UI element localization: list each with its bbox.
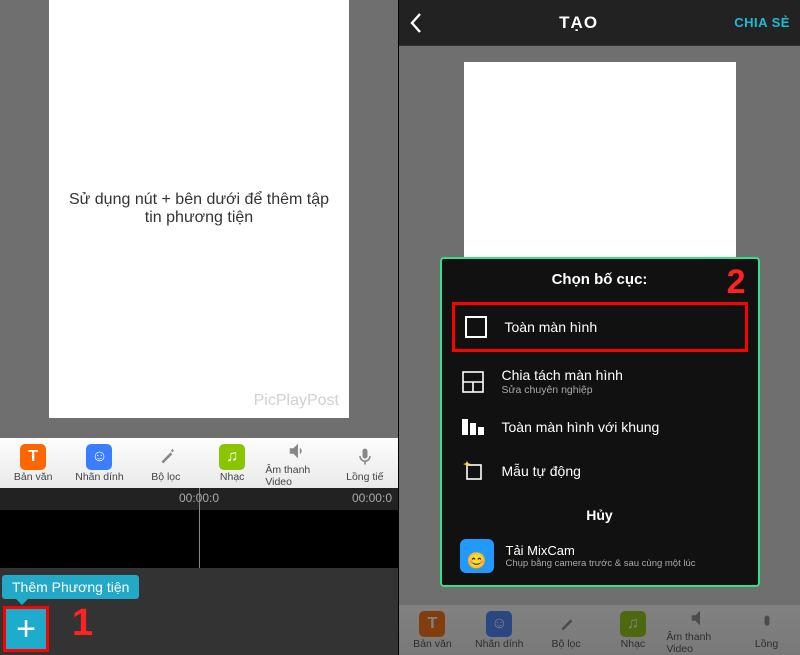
framed-layout-icon	[460, 414, 486, 440]
toolbar-item-label: Nhãn dính	[475, 638, 523, 650]
toolbar-item-label: Âm thanh Video	[666, 631, 733, 655]
toolbar-item-label: Bộ lọc	[151, 471, 180, 483]
split-screen-icon	[460, 369, 486, 395]
toolbar-video-sound-button[interactable]: Âm thanh Video	[265, 438, 331, 488]
layout-option-fullscreen[interactable]: Toàn màn hình	[452, 302, 748, 352]
text-icon: T	[419, 611, 445, 637]
text-icon: T	[20, 444, 46, 470]
toolbar-item-label: Bản văn	[14, 471, 53, 483]
timeline-time-end: 00:00:0	[352, 491, 392, 505]
toolbar-sticker-button: ☺ Nhãn dính	[466, 605, 533, 655]
dialog-overlay: Chọn bố cục: 2 Toàn màn hình Chia tách m…	[399, 46, 800, 605]
mixcam-subtitle: Chụp bằng camera trước & sau cùng một lú…	[506, 558, 696, 569]
sticker-icon: ☺	[486, 611, 512, 637]
toolbar-music-button[interactable]: ♫ Nhạc	[199, 438, 265, 488]
toolbar-music-button: ♫ Nhạc	[599, 605, 666, 655]
layout-option-split[interactable]: Chia tách màn hình Sửa chuyên nghiệp	[442, 358, 758, 405]
layout-option-label: Toàn màn hình	[505, 319, 598, 335]
watermark-text: PicPlayPost	[254, 392, 339, 410]
page-title: TẠO	[559, 13, 598, 33]
microphone-icon	[352, 444, 378, 470]
back-button[interactable]	[409, 12, 423, 34]
toolbar-voiceover-button[interactable]: Lồng tiế	[332, 438, 398, 488]
toolbar-item-label: Nhãn dính	[75, 471, 123, 483]
annotation-step-1: 1	[72, 602, 93, 645]
music-note-icon: ♫	[219, 444, 245, 470]
mixcam-promo[interactable]: 😊 Tải MixCam Chụp bằng camera trước & sa…	[442, 533, 758, 579]
layout-option-framed[interactable]: Toàn màn hình với khung	[442, 405, 758, 449]
toolbar-text-button[interactable]: T Bản văn	[0, 438, 66, 488]
left-screen: Sử dụng nút + bên dưới để thêm tập tin p…	[0, 0, 399, 655]
auto-template-icon	[460, 458, 486, 484]
editor-toolbar-disabled: T Bản văn ☺ Nhãn dính Bộ lọc ♫ Nhạc Âm t…	[399, 605, 800, 655]
microphone-icon	[754, 611, 780, 637]
timeline-time-start: 00:00:0	[179, 491, 219, 505]
toolbar-voiceover-button: Lồng	[733, 605, 800, 655]
create-header: TẠO CHIA SẺ	[399, 0, 800, 46]
toolbar-item-label: Nhạc	[220, 471, 245, 483]
magic-wand-icon	[153, 444, 179, 470]
add-media-tooltip: Thêm Phương tiện	[2, 575, 139, 599]
toolbar-item-label: Lồng	[755, 638, 778, 650]
speaker-icon	[687, 605, 713, 630]
toolbar-item-label: Âm thanh Video	[265, 464, 331, 488]
preview-hint-text: Sử dụng nút + bên dưới để thêm tập tin p…	[64, 191, 334, 227]
fullscreen-icon	[463, 314, 489, 340]
toolbar-text-button: T Bản văn	[399, 605, 466, 655]
toolbar-video-sound-button: Âm thanh Video	[666, 605, 733, 655]
mixcam-app-icon: 😊	[460, 539, 494, 573]
magic-wand-icon	[553, 611, 579, 637]
layout-option-label: Chia tách màn hình	[502, 367, 623, 383]
toolbar-filter-button[interactable]: Bộ lọc	[133, 438, 199, 488]
add-media-row: Thêm Phương tiện + 1	[0, 568, 398, 655]
mixcam-title: Tải MixCam	[506, 543, 696, 558]
share-button[interactable]: CHIA SẺ	[734, 15, 790, 30]
layout-dialog: Chọn bố cục: 2 Toàn màn hình Chia tách m…	[440, 257, 760, 587]
playhead-line	[199, 510, 200, 568]
editor-toolbar: T Bản văn ☺ Nhãn dính Bộ lọc ♫ Nhạc Âm t…	[0, 438, 398, 488]
plus-icon: +	[16, 610, 36, 649]
toolbar-item-label: Lồng tiế	[346, 471, 383, 483]
preview-area: Sử dụng nút + bên dưới để thêm tập tin p…	[0, 0, 398, 438]
dialog-title: Chọn bố cục:	[442, 271, 758, 288]
dialog-cancel-button[interactable]: Hủy	[442, 493, 758, 533]
right-preview-area: Chọn bố cục: 2 Toàn màn hình Chia tách m…	[399, 46, 800, 605]
toolbar-item-label: Nhạc	[621, 638, 646, 650]
music-note-icon: ♫	[620, 611, 646, 637]
timeline-track[interactable]	[0, 510, 398, 568]
toolbar-filter-button: Bộ lọc	[533, 605, 600, 655]
right-screen: TẠO CHIA SẺ Chọn bố cục: 2 Toàn màn hình	[399, 0, 800, 655]
layout-option-label: Mẫu tự động	[502, 463, 581, 479]
sticker-icon: ☺	[86, 444, 112, 470]
toolbar-item-label: Bộ lọc	[551, 638, 580, 650]
preview-canvas: Sử dụng nút + bên dưới để thêm tập tin p…	[49, 0, 349, 418]
layout-option-sublabel: Sửa chuyên nghiệp	[502, 384, 623, 396]
layout-option-auto[interactable]: Mẫu tự động	[442, 449, 758, 493]
layout-option-label: Toàn màn hình với khung	[502, 419, 660, 435]
toolbar-sticker-button[interactable]: ☺ Nhãn dính	[66, 438, 132, 488]
add-media-button[interactable]: +	[3, 606, 49, 652]
timeline-ruler[interactable]: 00:00:0 00:00:0	[0, 488, 398, 510]
speaker-icon	[285, 438, 311, 463]
annotation-step-2: 2	[727, 263, 746, 302]
toolbar-item-label: Bản văn	[413, 638, 452, 650]
